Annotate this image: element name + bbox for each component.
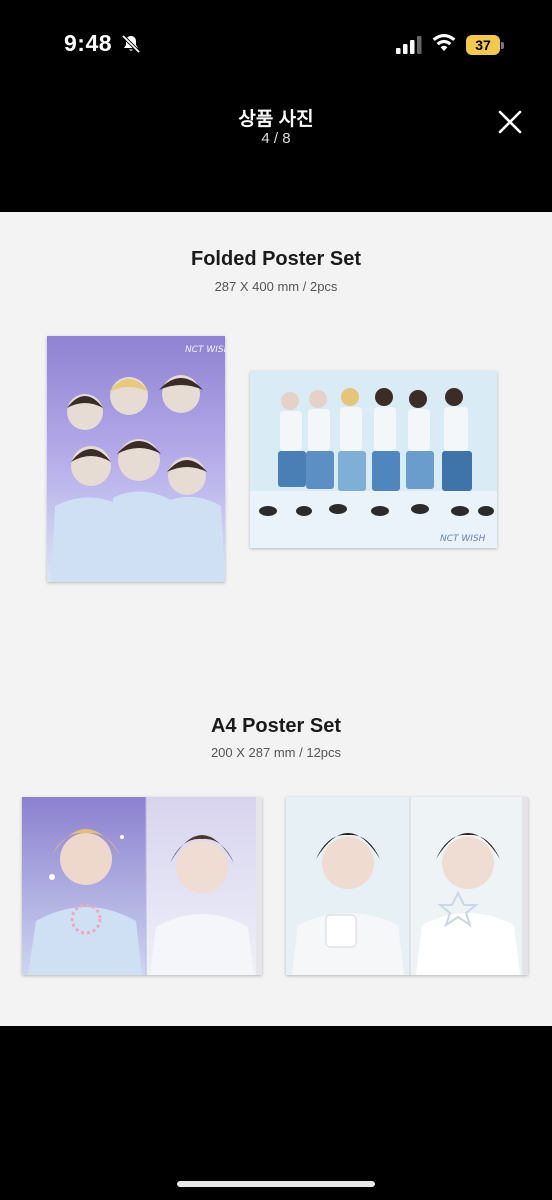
battery-level: 37 xyxy=(466,35,500,55)
status-bar: 9:48 37 xyxy=(0,0,552,90)
a4-poster-pair-2-art xyxy=(286,797,528,975)
poster-logo-2: NCT WISH xyxy=(440,534,486,544)
folded-poster-portrait-art: NCT WISH xyxy=(47,336,225,582)
section-subtitle-a4: 200 X 287 mm / 12pcs xyxy=(210,745,342,760)
section-title-folded: Folded Poster Set xyxy=(190,248,362,270)
section-title-a4: A4 Poster Set xyxy=(210,715,342,737)
image-counter: 4 / 8 xyxy=(261,130,291,147)
cellular-signal-icon xyxy=(396,36,422,54)
product-image[interactable]: Folded Poster Set 287 X 400 mm / 2pcs NC… xyxy=(0,212,552,1026)
battery-indicator: 37 xyxy=(466,35,504,55)
viewer-header: 상품 사진 4 / 8 xyxy=(0,90,552,212)
section-subtitle-folded: 287 X 400 mm / 2pcs xyxy=(214,279,338,294)
wifi-icon xyxy=(432,34,456,51)
close-icon[interactable] xyxy=(494,106,526,138)
battery-nub xyxy=(501,42,504,49)
folded-poster-portrait: NCT WISH xyxy=(47,336,225,582)
a4-poster-pair-1 xyxy=(22,797,262,975)
home-indicator[interactable] xyxy=(177,1181,375,1187)
a4-poster-pair-2 xyxy=(286,797,528,975)
a4-poster-pair-1-art xyxy=(22,797,262,975)
viewer-title: 상품 사진 xyxy=(238,109,314,130)
bell-off-icon xyxy=(121,34,141,54)
folded-poster-landscape-art: NCT WISH xyxy=(250,371,497,548)
poster-logo: NCT WISH xyxy=(185,345,225,355)
folded-poster-landscape: NCT WISH xyxy=(250,371,497,548)
status-time: 9:48 xyxy=(64,30,113,56)
